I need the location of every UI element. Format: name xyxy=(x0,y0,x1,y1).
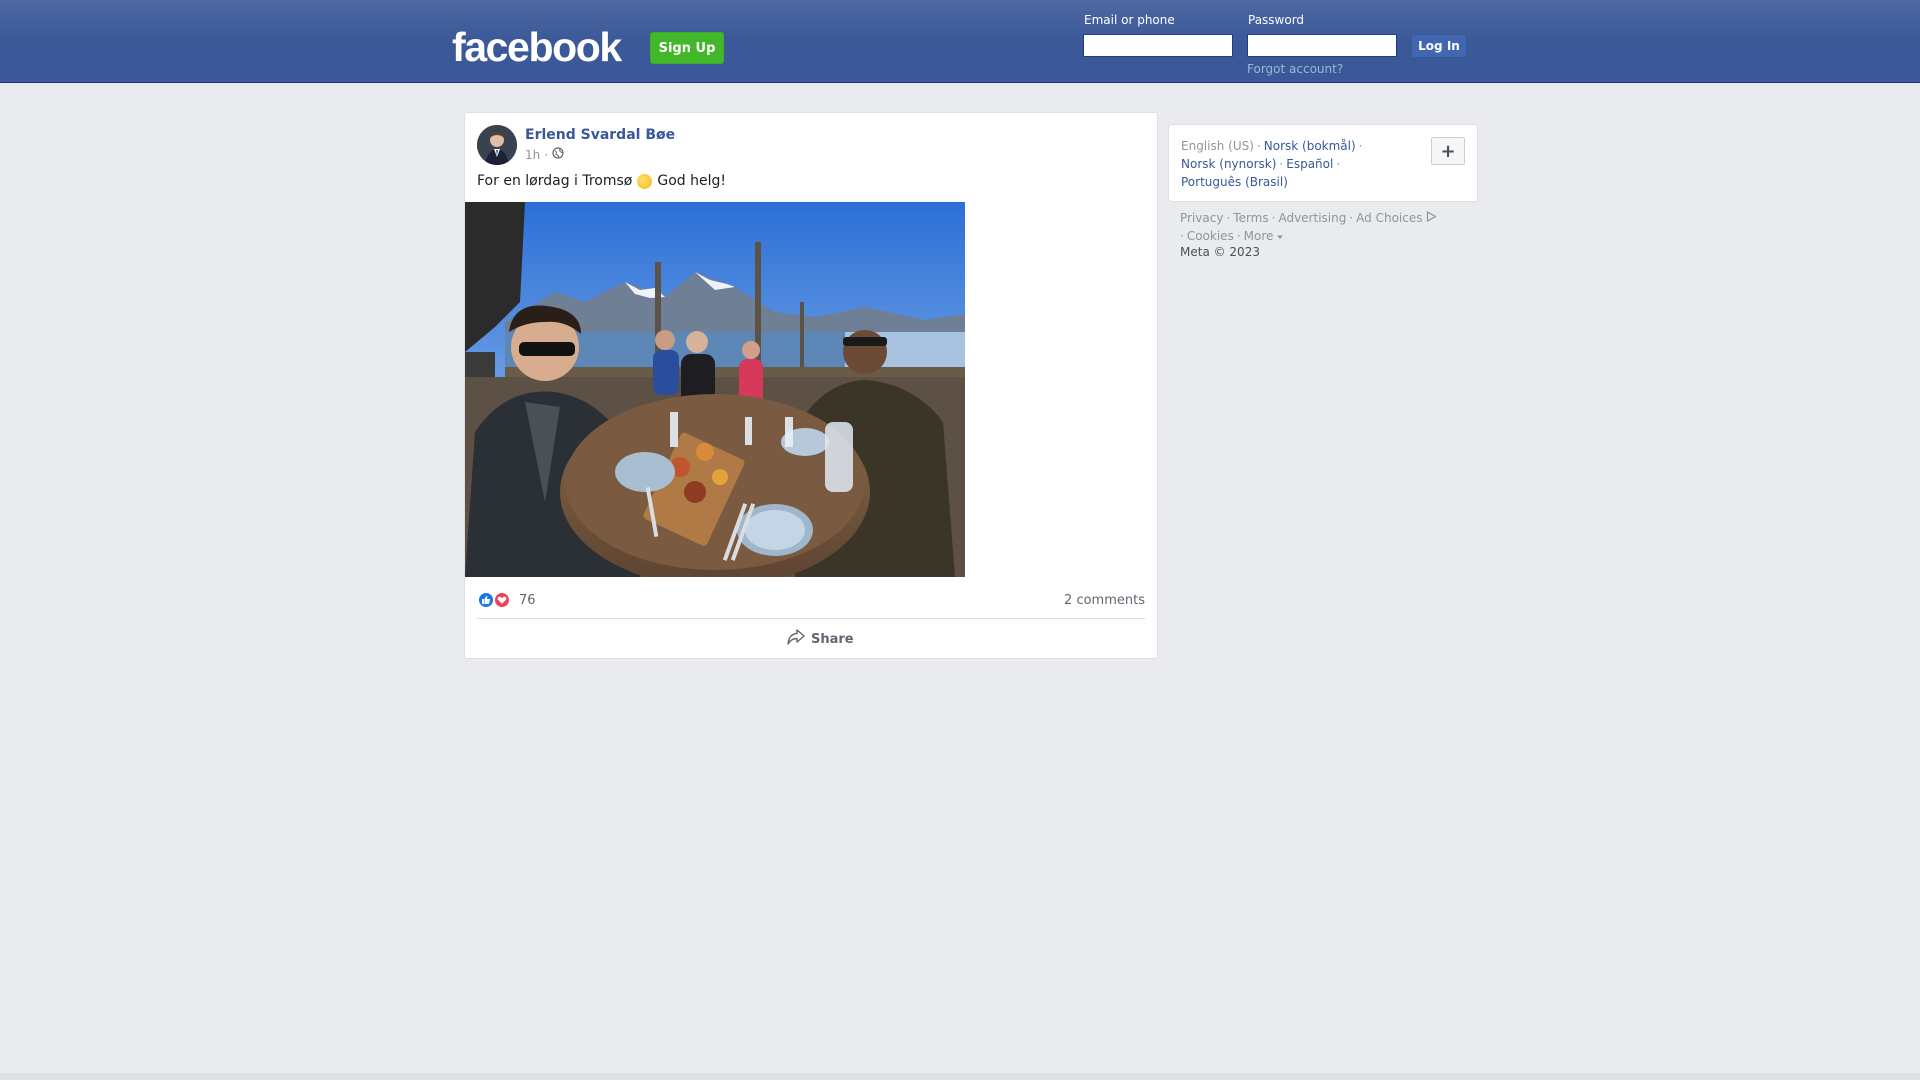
footer-links: Privacy · Terms · Advertising · Ad Choices · Co… xyxy=(1180,209,1480,245)
facebook-logo[interactable]: facebook xyxy=(452,22,622,72)
meta-separator: · xyxy=(544,147,549,162)
post-text-main: For en lørdag i Tromsø xyxy=(477,173,633,189)
footer-link-ad-choices[interactable]: Ad Choices xyxy=(1356,211,1422,225)
language-item[interactable]: Norsk (bokmål) xyxy=(1264,139,1356,153)
post-time[interactable]: 1h xyxy=(525,148,540,162)
post-card: Erlend Svardal Bøe 1h · For en lørdag i … xyxy=(464,112,1158,659)
caret-down-icon xyxy=(1277,229,1284,243)
email-field[interactable] xyxy=(1083,34,1233,57)
signup-button[interactable]: Sign Up xyxy=(650,32,724,64)
login-button[interactable]: Log In xyxy=(1411,34,1467,58)
reaction-count: 76 xyxy=(519,592,536,608)
avatar[interactable] xyxy=(477,125,517,165)
post-text-end: God helg! xyxy=(657,173,727,189)
action-divider xyxy=(477,618,1145,619)
footer-link-cookies[interactable]: Cookies xyxy=(1187,229,1234,243)
language-item[interactable]: Norsk (nynorsk) xyxy=(1181,157,1276,171)
copyright: Meta © 2023 xyxy=(1180,245,1260,259)
ad-choices-icon xyxy=(1426,210,1438,225)
share-button[interactable]: Share xyxy=(787,629,854,649)
footer-link-advertising[interactable]: Advertising xyxy=(1278,211,1346,225)
sun-emoji-icon xyxy=(637,173,653,189)
footer-link-more[interactable]: More xyxy=(1244,229,1274,243)
love-reaction-icon xyxy=(493,591,511,609)
post-text: For en lørdag i Tromsø God helg! xyxy=(477,173,726,189)
share-icon xyxy=(787,629,805,649)
top-bar: facebook Sign Up Email or phone Password… xyxy=(0,0,1920,83)
footer-link-privacy[interactable]: Privacy xyxy=(1180,211,1223,225)
language-item[interactable]: Português (Brasil) xyxy=(1181,175,1288,189)
language-current: English (US) xyxy=(1181,139,1254,153)
globe-icon[interactable] xyxy=(552,147,564,162)
password-field[interactable] xyxy=(1247,34,1397,57)
password-label: Password xyxy=(1248,13,1305,27)
post-meta: 1h · xyxy=(525,147,564,162)
language-item[interactable]: Español xyxy=(1286,157,1333,171)
forgot-account-link[interactable]: Forgot account? xyxy=(1247,62,1343,76)
share-label: Share xyxy=(811,631,854,647)
add-language-button[interactable]: + xyxy=(1431,137,1465,165)
language-box: English (US) · Norsk (bokmål) · Norsk (nyno… xyxy=(1168,124,1478,202)
reaction-summary[interactable]: 76 xyxy=(477,591,536,609)
footer-link-terms[interactable]: Terms xyxy=(1233,211,1268,225)
bottom-strip xyxy=(0,1073,1920,1080)
post-photo[interactable] xyxy=(465,202,965,577)
post-author-name[interactable]: Erlend Svardal Bøe xyxy=(525,127,675,143)
comments-count-link[interactable]: 2 comments xyxy=(1064,593,1145,608)
email-label: Email or phone xyxy=(1084,13,1175,27)
language-list: English (US) · Norsk (bokmål) · Norsk (nyno… xyxy=(1181,139,1363,189)
like-reaction-icon xyxy=(477,591,495,609)
